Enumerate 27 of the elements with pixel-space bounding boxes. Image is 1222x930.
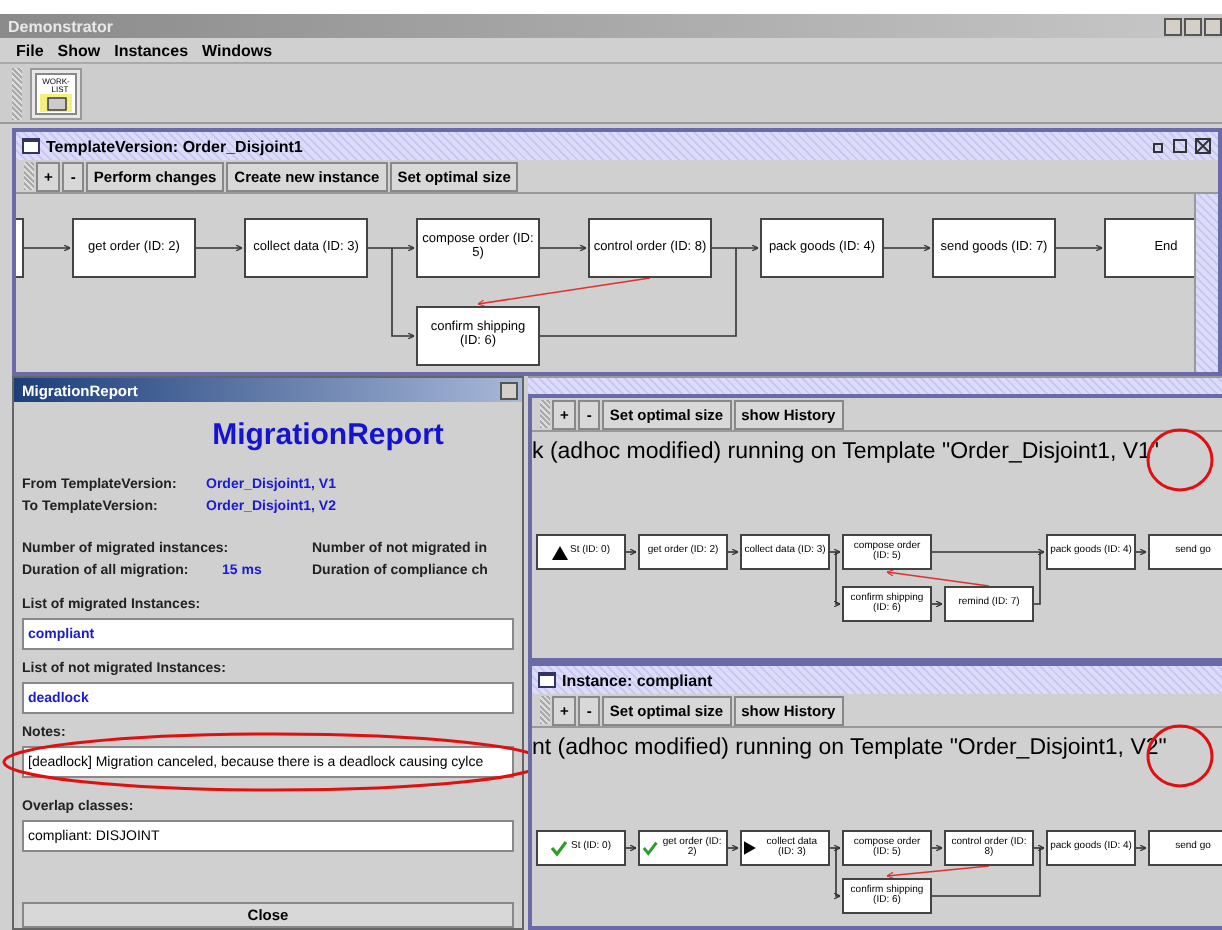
menu-item[interactable]: Windows	[202, 41, 273, 59]
change-arrow	[886, 865, 990, 880]
change-arrow	[886, 569, 990, 587]
frame-title: Instance: compliant	[562, 671, 715, 689]
scrollbar[interactable]	[528, 376, 1222, 394]
close-button[interactable]	[500, 381, 518, 399]
window-title: Demonstrator	[8, 17, 113, 35]
report-heading: MigrationReport	[210, 416, 446, 456]
check-icon	[642, 840, 659, 856]
check-icon	[550, 840, 569, 856]
window-icon	[538, 672, 556, 688]
maximize-button[interactable]	[1184, 17, 1202, 35]
frame-title: TemplateVersion: Order_Disjoint1	[46, 137, 305, 155]
toolbar-grip[interactable]	[24, 162, 34, 190]
toolbar-grip[interactable]	[540, 696, 550, 724]
triangle-icon	[551, 545, 568, 559]
toolbar-grip[interactable]	[540, 400, 550, 428]
window-controls-icon	[1152, 138, 1212, 154]
toolbar-grip[interactable]	[12, 67, 22, 119]
play-icon	[744, 840, 756, 856]
close-button[interactable]	[1204, 17, 1222, 35]
menu-item[interactable]: Instances	[114, 41, 189, 59]
scrollbar[interactable]	[1194, 194, 1218, 372]
menu-item[interactable]: Show	[57, 41, 101, 59]
minimize-button[interactable]	[1164, 17, 1182, 35]
window-icon	[22, 138, 40, 154]
menu-item[interactable]: File	[16, 41, 44, 59]
